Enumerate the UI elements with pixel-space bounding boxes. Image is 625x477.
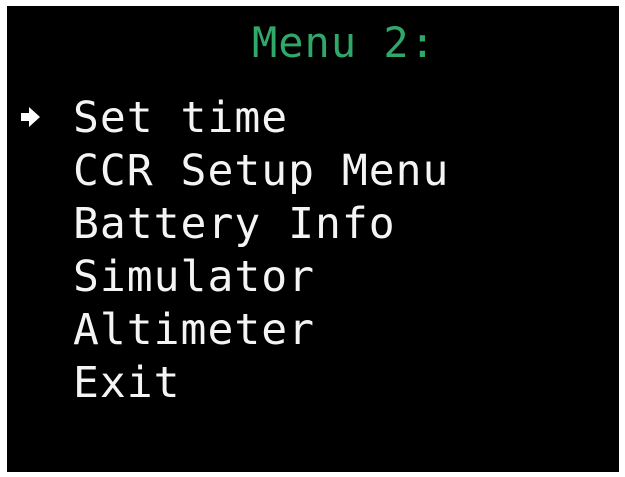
menu-item-set-time[interactable]: Set time: [7, 92, 619, 145]
menu-item-label: Simulator: [73, 252, 315, 302]
menu-title: Menu 2:: [251, 18, 436, 67]
arrow-right-icon: [21, 107, 40, 127]
menu-item-label: Set time: [73, 93, 289, 143]
menu-list: Set time CCR Setup Menu Battery Info Sim…: [7, 92, 619, 410]
menu-item-altimeter[interactable]: Altimeter: [7, 304, 619, 357]
menu-item-simulator[interactable]: Simulator: [7, 251, 619, 304]
menu-item-label: CCR Setup Menu: [73, 146, 450, 196]
menu-item-label: Altimeter: [73, 305, 315, 355]
menu-item-ccr-setup-menu[interactable]: CCR Setup Menu: [7, 145, 619, 198]
menu-item-exit[interactable]: Exit: [7, 357, 619, 410]
menu-item-battery-info[interactable]: Battery Info: [7, 198, 619, 251]
menu-item-label: Battery Info: [73, 199, 396, 249]
menu-item-label: Exit: [73, 358, 181, 408]
device-screen: Menu 2: Set time CCR Setup Menu Battery …: [7, 6, 619, 472]
